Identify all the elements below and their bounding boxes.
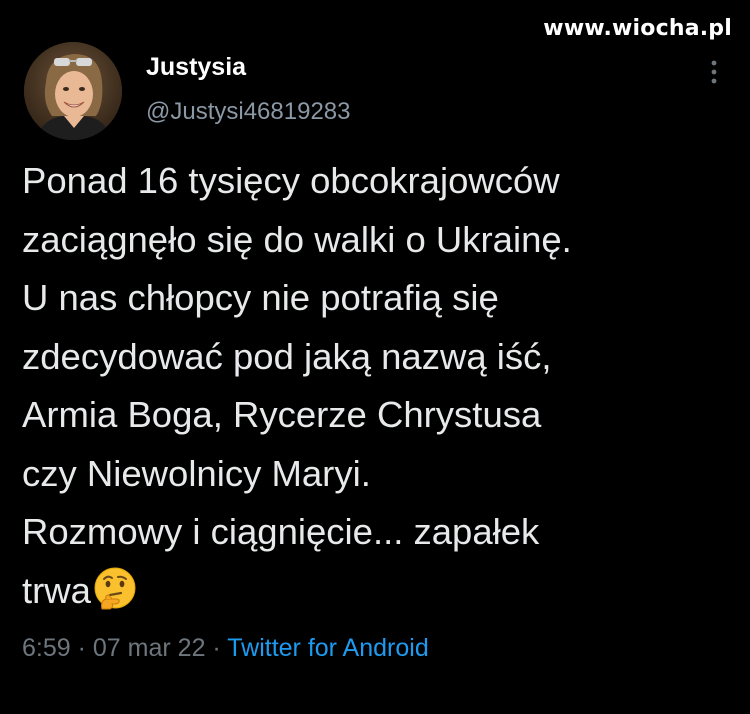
tweet-line: trwa (22, 569, 91, 611)
tweet-line: Ponad 16 tysięcy obcokrajowców (22, 160, 560, 201)
meta-separator: · (77, 634, 86, 662)
tweet-line: Armia Boga, Rycerze Chrystusa (22, 394, 542, 435)
tweet-time[interactable]: 6:59 (22, 634, 71, 662)
tweet-line: Rozmowy i ciągnięcie... zapałek (22, 511, 540, 552)
avatar-photo-icon (24, 42, 122, 140)
tweet-line: zaciągnęło się do walki o Ukrainę. (22, 218, 572, 260)
more-options-icon[interactable] (702, 58, 726, 86)
avatar[interactable] (24, 42, 122, 140)
tweet-text: Ponad 16 tysięcy obcokrajowców zaciągnęł… (22, 152, 730, 620)
author-name[interactable]: Justysia (146, 53, 246, 82)
author-handle[interactable]: @Justysi46819283 (146, 98, 351, 126)
tweet-last-line: trwa (22, 562, 730, 621)
tweet-card: Justysia @Justysi46819283 Ponad 16 tysię… (22, 0, 732, 714)
meta-separator: · (212, 634, 221, 662)
tweet-line: czy Niewolnicy Maryi. (22, 452, 371, 494)
thinking-face-icon (92, 565, 138, 611)
tweet-line: U nas chłopcy nie potrafią się (22, 277, 499, 318)
tweet-source-link[interactable]: Twitter for Android (227, 634, 428, 662)
tweet-meta: 6:59 · 07 mar 22 · Twitter for Android (22, 634, 429, 663)
tweet-line: zdecydować pod jaką nazwą iść, (22, 335, 552, 377)
tweet-date[interactable]: 07 mar 22 (93, 634, 206, 662)
